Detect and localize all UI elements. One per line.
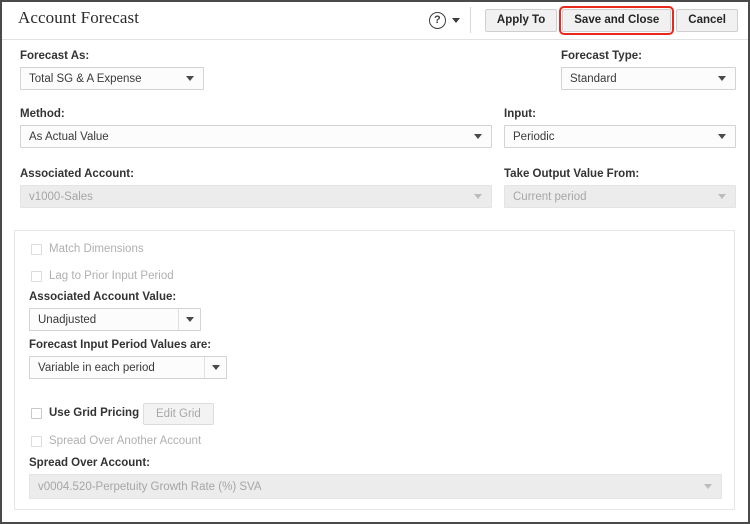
field-forecast-as: Forecast As: Total SG & A Expense (20, 50, 204, 90)
method-select[interactable]: As Actual Value (20, 125, 492, 148)
forecast-input-period-values-select[interactable]: Variable in each period (29, 356, 227, 379)
take-output-value-from-select: Current period (504, 185, 736, 208)
forecast-input-period-values-label: Forecast Input Period Values are: (29, 339, 212, 351)
match-dimensions-label: Match Dimensions (49, 243, 144, 255)
lag-to-prior-input-period-checkbox (31, 270, 42, 282)
field-forecast-type: Forecast Type: Standard (561, 50, 736, 90)
lag-to-prior-input-period-label: Lag to Prior Input Period (49, 270, 174, 282)
toolbar-divider (469, 7, 471, 33)
match-dimensions-checkbox (31, 243, 42, 255)
method-value: As Actual Value (29, 130, 109, 143)
field-forecast-input-period-values: Forecast Input Period Values are: Variab… (29, 339, 227, 379)
spread-over-account-select: v0004.520-Perpetuity Growth Rate (%) SVA (29, 474, 722, 499)
edit-grid-button: Edit Grid (143, 403, 214, 425)
chevron-down-icon (718, 134, 726, 139)
associated-account-value: v1000-Sales (29, 190, 93, 203)
chevron-down-icon (211, 365, 220, 370)
dialog-header: Account Forecast ? Apply To Save and Clo… (2, 2, 748, 40)
use-grid-pricing-label: Use Grid Pricing (49, 407, 140, 419)
input-select[interactable]: Periodic (504, 125, 736, 148)
associated-account-label: Associated Account: (20, 168, 134, 180)
account-forecast-window: Account Forecast ? Apply To Save and Clo… (0, 0, 750, 524)
take-output-value-from-label: Take Output Value From: (504, 168, 640, 180)
spread-over-account-value: v0004.520-Perpetuity Growth Rate (%) SVA (38, 480, 262, 493)
spread-over-another-account-checkbox (31, 435, 42, 447)
forecast-as-label: Forecast As: (20, 50, 90, 62)
page-title: Account Forecast (18, 8, 140, 27)
forecast-options-panel: Match Dimensions Lag to Prior Input Peri… (14, 230, 735, 510)
field-spread-over-account: Spread Over Account: v0004.520-Perpetuit… (29, 457, 722, 499)
apply-to-button[interactable]: Apply To (484, 8, 558, 32)
field-method: Method: As Actual Value (20, 108, 492, 148)
forecast-input-period-values-value: Variable in each period (38, 361, 155, 374)
forecast-type-label: Forecast Type: (561, 50, 642, 62)
associated-account-value-value: Unadjusted (38, 313, 97, 326)
field-associated-account: Associated Account: v1000-Sales (20, 168, 492, 208)
forecast-as-select[interactable]: Total SG & A Expense (20, 67, 204, 90)
spread-over-account-label: Spread Over Account: (29, 457, 150, 469)
save-and-close-button[interactable]: Save and Close (559, 5, 675, 35)
field-associated-account-value: Associated Account Value: Unadjusted (29, 291, 201, 331)
chevron-down-icon (474, 134, 482, 139)
associated-account-select: v1000-Sales (20, 185, 492, 208)
chevron-down-icon (185, 317, 194, 322)
spread-over-another-account-row: Spread Over Another Account (31, 435, 201, 447)
header-actions: ? Apply To Save and Close Cancel (428, 5, 738, 35)
chevron-down-icon (186, 76, 194, 81)
associated-account-value-label: Associated Account Value: (29, 291, 177, 303)
forecast-as-value: Total SG & A Expense (29, 72, 142, 85)
chevron-down-icon (474, 194, 482, 199)
chevron-down-icon (718, 194, 726, 199)
associated-account-value-select[interactable]: Unadjusted (29, 308, 201, 331)
spread-over-another-account-label: Spread Over Another Account (49, 435, 202, 447)
input-label: Input: (504, 108, 536, 120)
match-dimensions-row: Match Dimensions (31, 243, 144, 255)
cancel-button[interactable]: Cancel (676, 8, 738, 32)
chevron-down-icon (704, 484, 712, 489)
forecast-type-value: Standard (570, 72, 617, 85)
forecast-type-select[interactable]: Standard (561, 67, 736, 90)
input-value: Periodic (513, 130, 555, 143)
use-grid-pricing-row[interactable]: Use Grid Pricing (31, 407, 139, 419)
help-circle-icon[interactable]: ? (428, 11, 446, 29)
dropdown-arrow-button[interactable] (178, 309, 200, 330)
field-take-output-value-from: Take Output Value From: Current period (504, 168, 736, 208)
lag-to-prior-input-period-row: Lag to Prior Input Period (31, 270, 174, 282)
dialog-body: Forecast As: Total SG & A Expense Foreca… (2, 40, 748, 522)
dropdown-arrow-button[interactable] (204, 357, 226, 378)
chevron-down-icon[interactable] (451, 17, 460, 23)
use-grid-pricing-checkbox[interactable] (31, 407, 42, 419)
take-output-value-from-value: Current period (513, 190, 587, 203)
chevron-down-icon (718, 76, 726, 81)
field-input: Input: Periodic (504, 108, 736, 148)
method-label: Method: (20, 108, 65, 120)
